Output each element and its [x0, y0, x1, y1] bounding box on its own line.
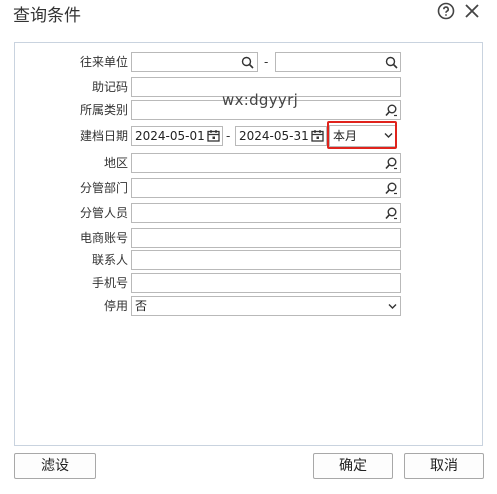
disabled-select[interactable]: 否: [131, 296, 401, 316]
lookup-icon[interactable]: [385, 104, 398, 117]
watermark-text: wx:dgyyrj: [222, 91, 299, 109]
close-icon[interactable]: [463, 2, 481, 20]
department-input[interactable]: [131, 178, 401, 198]
cancel-button[interactable]: 取消: [404, 453, 484, 479]
mobile-label: 手机号: [91, 276, 128, 290]
ok-button[interactable]: 确定: [313, 453, 393, 479]
calendar-icon[interactable]: [207, 129, 220, 142]
contact-label: 联系人: [91, 253, 128, 267]
partner-label: 往来单位: [79, 55, 128, 69]
region-label: 地区: [103, 156, 128, 170]
lookup-icon[interactable]: [385, 182, 398, 195]
search-icon[interactable]: [241, 56, 254, 69]
chevron-down-icon: [384, 133, 393, 138]
lookup-icon[interactable]: [385, 207, 398, 220]
chevron-down-icon: [388, 304, 397, 309]
dialog-titlebar: 查询条件: [0, 0, 497, 26]
department-label: 分管部门: [79, 181, 128, 195]
help-circle-icon[interactable]: [437, 2, 455, 20]
ecommerce-account-input[interactable]: [131, 228, 401, 248]
staff-input[interactable]: [131, 203, 401, 223]
region-input[interactable]: [131, 153, 401, 173]
dialog-title: 查询条件: [13, 6, 81, 26]
category-label: 所属类别: [79, 103, 128, 117]
lookup-icon[interactable]: [385, 157, 398, 170]
created-date-range-separator: -: [226, 129, 231, 143]
mobile-input[interactable]: [131, 273, 401, 293]
staff-label: 分管人员: [79, 206, 128, 220]
mnemonic-label: 助记码: [91, 80, 128, 94]
filter-settings-button[interactable]: 滤设: [14, 453, 96, 479]
partner-from-input[interactable]: [131, 52, 258, 72]
disabled-label: 停用: [103, 299, 128, 313]
partner-range-separator: -: [264, 55, 269, 69]
ecommerce-account-label: 电商账号: [79, 231, 128, 245]
search-icon[interactable]: [385, 56, 398, 69]
contact-input[interactable]: [131, 250, 401, 270]
calendar-icon[interactable]: [311, 129, 324, 142]
partner-to-input[interactable]: [275, 52, 401, 72]
created-date-label: 建档日期: [79, 129, 128, 143]
